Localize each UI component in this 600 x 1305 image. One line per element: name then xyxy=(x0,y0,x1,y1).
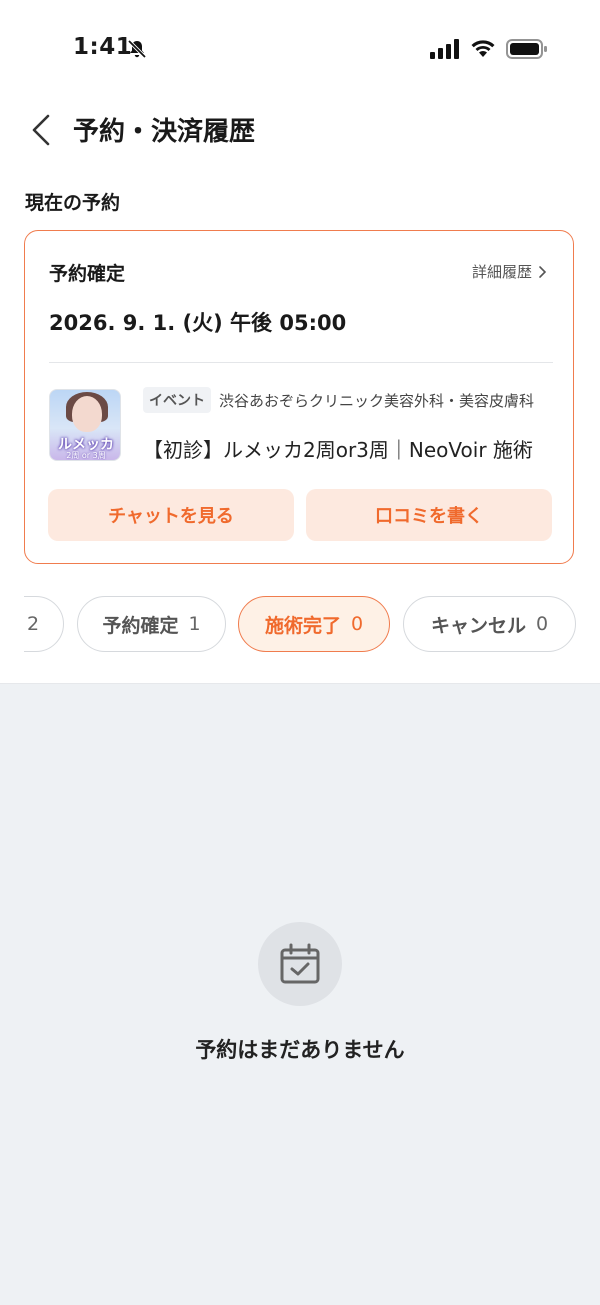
calendar-check-icon xyxy=(280,943,320,984)
reservation-status: 予約確定 xyxy=(49,263,126,285)
product-name[interactable]: 【初診】ルメッカ2周or3周｜NeoVoir 施術 xyxy=(143,434,553,463)
reservation-card: 予約確定 詳細履歴 2026. 9. 1. (火) 午後 05:00 ルメッカ … xyxy=(24,230,574,564)
chevron-right-icon xyxy=(539,265,547,278)
thumbnail-subtitle: 2周 or 3周 xyxy=(66,451,106,460)
battery-icon xyxy=(506,39,547,59)
empty-state-badge xyxy=(258,922,342,1006)
section-title: 現在の予約 xyxy=(25,192,121,214)
filter-chip-completed[interactable]: 施術完了 0 xyxy=(238,596,390,652)
reservation-date: 2026. 9. 1. (火) 午後 05:00 xyxy=(49,311,347,335)
chevron-left-icon xyxy=(32,114,50,146)
view-chat-button[interactable]: チャットを見る xyxy=(48,489,294,541)
detail-history-label: 詳細履歴 xyxy=(471,263,532,281)
filter-chip-all[interactable]: 全体 2 xyxy=(24,596,64,652)
clinic-name: 渋谷あおぞらクリニック美容外科・美容皮膚科 xyxy=(219,392,535,410)
page-title: 予約・決済履歴 xyxy=(73,117,256,147)
empty-state-message: 予約はまだありません xyxy=(195,1038,405,1062)
wifi-icon xyxy=(471,40,495,57)
detail-history-link[interactable]: 詳細履歴 xyxy=(472,261,547,282)
product-thumbnail[interactable]: ルメッカ 2周 or 3周 xyxy=(49,389,121,461)
bell-muted-icon xyxy=(127,39,147,59)
divider xyxy=(0,683,600,684)
write-review-button[interactable]: 口コミを書く xyxy=(306,489,552,541)
back-button[interactable] xyxy=(26,112,56,148)
status-time: 1:41 xyxy=(73,34,133,60)
filter-chip-confirmed[interactable]: 予約確定 1 xyxy=(77,596,226,652)
signal-icon xyxy=(430,39,459,59)
status-filter-bar: 全体 2 予約確定 1 施術完了 0 キャンセル 0 xyxy=(24,596,600,654)
card-divider xyxy=(49,362,553,363)
event-tag: イベント xyxy=(143,387,211,413)
filter-chip-cancelled[interactable]: キャンセル 0 xyxy=(403,596,576,652)
